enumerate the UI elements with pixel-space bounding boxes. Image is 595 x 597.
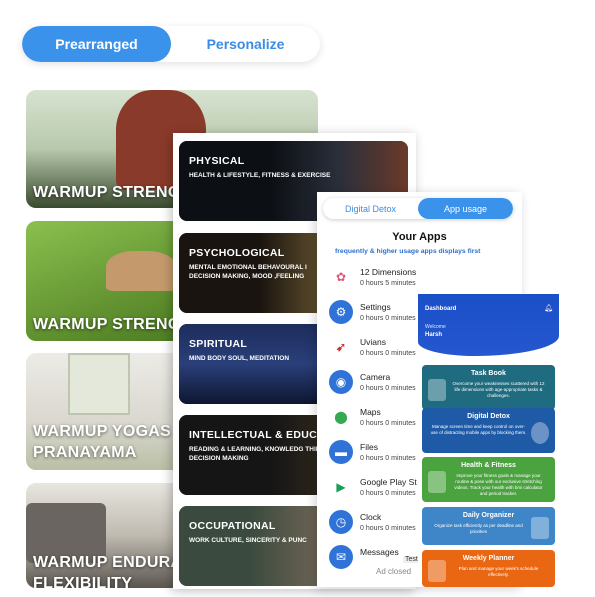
digital-detox-illustration — [531, 422, 549, 444]
ad-closed-label: Ad closed — [376, 567, 412, 576]
tile-title: Health & Fitness — [461, 462, 516, 469]
app-name: 12 Dimensions — [360, 267, 417, 277]
message-icon: ✉ — [329, 545, 353, 569]
daily-organizer-tile[interactable]: Daily Organizer Organize task efficientl… — [422, 507, 555, 545]
warmup-card-title: WARMUP YOGAS — [33, 423, 172, 440]
apps-subtitle: frequently & higher usage apps displays … — [335, 248, 481, 255]
tile-desc: Overcome your weaknesses scattered with … — [452, 381, 545, 398]
health-fitness-illustration — [428, 471, 446, 493]
camera-icon: ◉ — [329, 370, 353, 394]
app-usage-tab[interactable]: App usage — [418, 198, 513, 219]
app-name: Settings — [360, 302, 391, 312]
app-name: Clock — [360, 512, 382, 522]
tile-desc: Improve your fitness goals & manage your… — [454, 473, 543, 496]
map-pin-icon: ⬤ — [329, 405, 353, 429]
user-name: Harsh — [425, 332, 443, 338]
app-name: Messages — [360, 547, 399, 557]
app-time: 0 hours 0 minutes — [360, 315, 416, 322]
daily-organizer-illustration — [531, 517, 549, 539]
app-name: Uvians — [360, 337, 386, 347]
uvians-logo-icon: ➹ — [329, 335, 353, 359]
task-book-tile[interactable]: Task Book Overcome your weaknesses scatt… — [422, 365, 555, 410]
personalize-tab[interactable]: Personalize — [171, 26, 320, 62]
app-time: 0 hours 0 minutes — [360, 420, 416, 427]
dashboard-screen: Dashboard 🔔︎ Welcome Harsh Task Book Ove… — [418, 294, 559, 587]
app-name: Camera — [360, 372, 391, 382]
gear-icon: ⚙ — [329, 300, 353, 324]
app-name: Files — [360, 442, 378, 452]
health-fitness-tile[interactable]: Health & Fitness Improve your fitness go… — [422, 457, 555, 502]
weekly-planner-illustration — [428, 560, 446, 582]
app-time: 0 hours 5 minutes — [360, 280, 416, 287]
weekly-planner-tile[interactable]: Weekly Planner Plan and manage your week… — [422, 550, 555, 587]
dashboard-title: Dashboard — [425, 306, 457, 312]
tile-title: Weekly Planner — [462, 555, 515, 562]
tile-desc: Plan and manage your week's schedule eff… — [458, 566, 539, 577]
warmup-card-title: WARMUP STRENG — [33, 316, 181, 333]
welcome-text: Welcome — [425, 324, 446, 330]
prearranged-tab[interactable]: Prearranged — [22, 26, 171, 62]
warmup-card-title: WARMUP ENDURA — [33, 554, 183, 571]
dimension-title: PSYCHOLOGICAL — [189, 247, 285, 259]
app-time: 0 hours 0 minutes — [360, 385, 416, 392]
tile-desc: Manage screen time and keep control on o… — [430, 424, 527, 435]
app-name: Google Play St — [360, 477, 417, 487]
warmup-card-subtitle: PRANAYAMA — [33, 444, 137, 461]
app-row-12-dimensions[interactable]: ✿ 12 Dimensions 0 hours 5 minutes — [329, 263, 509, 293]
bell-icon[interactable]: 🔔︎ — [544, 304, 553, 312]
warmup-card-title: WARMUP STRENG — [33, 184, 181, 201]
app-time: 0 hours 0 minutes — [360, 525, 416, 532]
task-book-illustration — [428, 379, 446, 401]
dashboard-header: Dashboard 🔔︎ Welcome Harsh — [418, 294, 559, 356]
tile-title: Task Book — [471, 370, 506, 377]
dimension-desc: HEALTH & LIFESTYLE, FITNESS & EXERCISE — [189, 172, 331, 179]
clock-icon: ◷ — [329, 510, 353, 534]
dimension-desc: MENTAL EMOTIONAL BEHAVOURAL I DECISION M… — [189, 264, 307, 280]
digital-detox-tile[interactable]: Digital Detox Manage screen time and kee… — [422, 408, 555, 453]
tile-desc: Organize task efficiently as per deadlin… — [434, 523, 523, 534]
app-name: Maps — [360, 407, 381, 417]
app-time: 0 hours 0 minutes — [360, 455, 416, 462]
warmup-card-subtitle: FLEXIBILITY — [33, 575, 133, 588]
play-store-icon: ▶ — [329, 475, 353, 499]
app-time: 0 hours 0 minutes — [360, 350, 416, 357]
folder-icon: ▬ — [329, 440, 353, 464]
tile-title: Digital Detox — [467, 413, 510, 420]
detox-toggle: Digital Detox App usage — [323, 198, 513, 219]
dimension-title: PHYSICAL — [189, 155, 245, 167]
dimension-title: OCCUPATIONAL — [189, 520, 276, 532]
dimension-title: INTELLECTUAL & EDUCAT — [189, 429, 331, 441]
flower-icon: ✿ — [329, 265, 353, 289]
mode-toggle: Prearranged Personalize — [22, 26, 320, 62]
apps-title: Your Apps — [392, 231, 447, 243]
digital-detox-tab[interactable]: Digital Detox — [323, 198, 418, 219]
app-time: 0 hours 0 minutes — [360, 490, 416, 497]
dimension-title: SPIRITUAL — [189, 338, 248, 350]
